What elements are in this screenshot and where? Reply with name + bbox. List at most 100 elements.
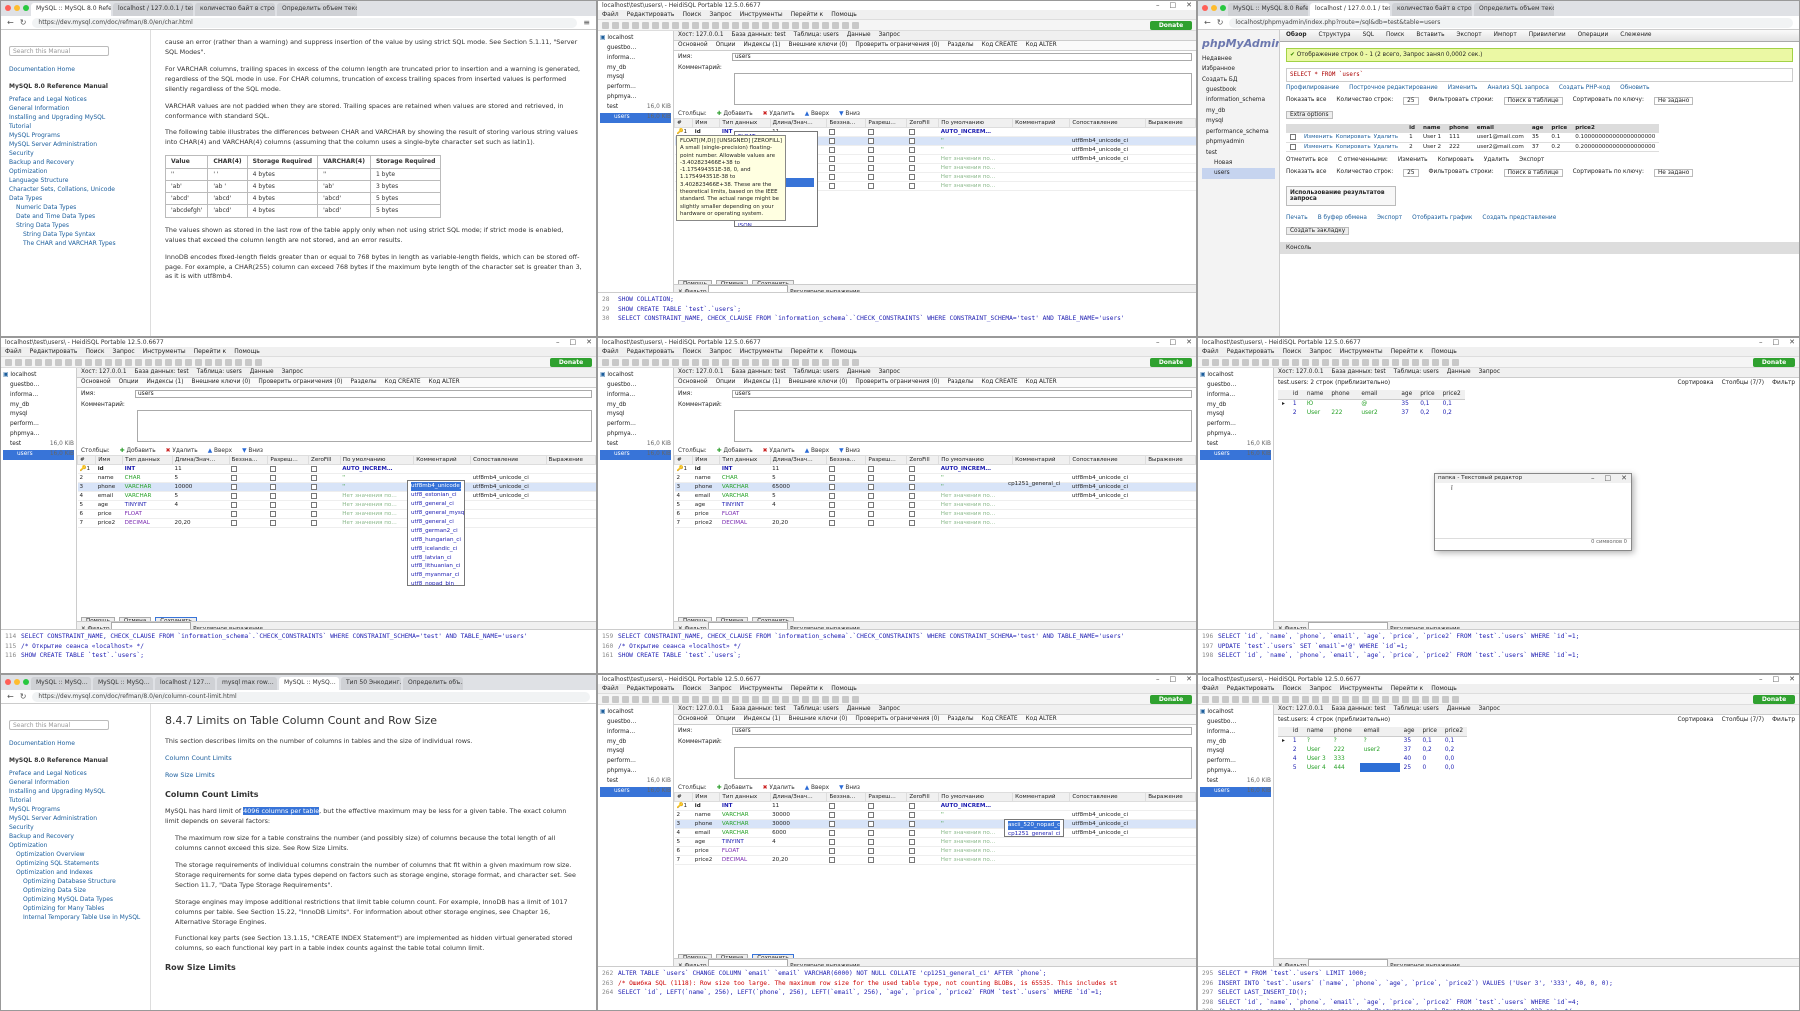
zerofill-checkbox[interactable]: [908, 820, 915, 827]
main-tab[interactable]: Данные: [847, 369, 871, 376]
col-default[interactable]: Нет значения по…: [342, 520, 397, 526]
col-default[interactable]: '': [941, 138, 944, 144]
col-type[interactable]: VARCHAR: [125, 493, 152, 499]
col-collation[interactable]: utf8mb4_unicode_ci: [1072, 821, 1128, 827]
column-action[interactable]: ✖ Удалить: [763, 785, 795, 791]
menu-item[interactable]: Помощь: [831, 685, 857, 692]
data-cell[interactable]: 35: [1400, 736, 1419, 745]
editor-subtab[interactable]: Код ALTER: [1026, 716, 1057, 723]
close-icon[interactable]: ✕: [586, 338, 592, 346]
data-cell[interactable]: ?: [1330, 736, 1360, 745]
toolbar-button-icon[interactable]: [752, 695, 759, 703]
toolbar-button-icon[interactable]: [712, 21, 719, 29]
col-header[interactable]: #: [77, 455, 97, 465]
toolbar-button-icon[interactable]: [722, 358, 729, 366]
pma-col-header[interactable]: name: [1419, 124, 1446, 133]
pma-option[interactable]: Не задано: [1653, 97, 1694, 105]
col-length[interactable]: 20,20: [772, 857, 788, 863]
col-comment[interactable]: [1012, 181, 1070, 191]
filter-input[interactable]: [111, 622, 192, 629]
data-col-header[interactable]: price2: [1438, 390, 1465, 400]
col-expression[interactable]: [1145, 828, 1196, 838]
editor-subtab[interactable]: Опции: [716, 42, 736, 49]
toolbar-button-icon[interactable]: [1422, 695, 1429, 703]
zerofill-checkbox[interactable]: [908, 519, 915, 526]
col-header[interactable]: Комментарий: [1012, 455, 1071, 465]
toolbar-button-icon[interactable]: [742, 21, 749, 29]
col-expression[interactable]: [1145, 819, 1196, 829]
allow-null-checkbox[interactable]: [867, 173, 874, 180]
menu-item[interactable]: Запрос: [709, 11, 731, 18]
extra-options-label[interactable]: Extra options: [1286, 111, 1333, 119]
zerofill-checkbox[interactable]: [908, 838, 915, 845]
main-tab[interactable]: Данные: [847, 32, 871, 39]
minimize-icon[interactable]: –: [1591, 474, 1595, 482]
pma-tree-item[interactable]: information_schema: [1202, 95, 1275, 105]
toolbar-button-icon[interactable]: [702, 695, 709, 703]
tree-item[interactable]: perform…: [1200, 420, 1271, 430]
zerofill-checkbox[interactable]: [908, 465, 915, 472]
menu-item[interactable]: Перейти к: [1391, 348, 1424, 355]
col-default[interactable]: Нет значения по…: [342, 493, 397, 499]
menu-item[interactable]: Редактировать: [30, 348, 78, 355]
browser-tab[interactable]: mysql max row…: [217, 677, 277, 690]
comment-textarea[interactable]: [734, 73, 1192, 105]
filter-input[interactable]: [1308, 622, 1389, 629]
column-action[interactable]: ▲ Вверх: [208, 448, 232, 454]
col-comment[interactable]: [1012, 801, 1070, 811]
data-cell[interactable]: user2: [1360, 745, 1400, 754]
toolbar-button-icon[interactable]: [85, 358, 92, 366]
main-tab[interactable]: Запрос: [879, 369, 900, 376]
minimize-icon[interactable]: –: [1759, 675, 1763, 683]
maximize-icon[interactable]: □: [1170, 338, 1177, 346]
toolbar-button-icon[interactable]: [35, 358, 42, 366]
toolbar-button-icon[interactable]: [1312, 695, 1319, 703]
reload-icon[interactable]: ↻: [20, 18, 27, 27]
toolbar-button-icon[interactable]: [662, 21, 669, 29]
zerofill-checkbox[interactable]: [908, 802, 915, 809]
toolbar-button-icon[interactable]: [1212, 358, 1219, 366]
col-header[interactable]: Имя: [95, 455, 124, 465]
col-name[interactable]: price2: [98, 520, 115, 526]
col-name[interactable]: id: [695, 466, 701, 472]
col-default[interactable]: '': [941, 475, 944, 481]
menu-item[interactable]: Поиск: [1282, 348, 1301, 355]
toolbar-button-icon[interactable]: [235, 358, 242, 366]
col-comment[interactable]: [1012, 172, 1070, 182]
unsigned-checkbox[interactable]: [828, 182, 835, 189]
menu-item[interactable]: Запрос: [709, 348, 731, 355]
data-cell[interactable]: 0,2: [1439, 408, 1465, 417]
col-comment[interactable]: [1012, 136, 1070, 146]
col-name[interactable]: price: [695, 511, 709, 517]
pma-tab[interactable]: Слежение: [1620, 32, 1651, 39]
zerofill-checkbox[interactable]: [908, 137, 915, 144]
collation-option[interactable]: utf8mb4_unicode_ci: [411, 482, 464, 491]
allow-null-checkbox[interactable]: [867, 465, 874, 472]
menu-item[interactable]: Инструменты: [740, 11, 783, 18]
toolbar-button-icon[interactable]: [612, 358, 619, 366]
col-header[interactable]: Выражение: [545, 455, 596, 465]
editor-subtab[interactable]: Проверить ограничения (0): [855, 42, 939, 49]
editor-subtab[interactable]: Проверить ограничения (0): [855, 716, 939, 723]
close-icon[interactable]: ✕: [1186, 1, 1192, 9]
doc-nav-item[interactable]: Data Types: [9, 195, 142, 202]
col-default[interactable]: AUTO_INCREM…: [941, 803, 991, 809]
url-input[interactable]: https://dev.mysql.com/doc/refman/8.0/en/…: [32, 17, 578, 28]
doc-nav-item[interactable]: Security: [9, 150, 142, 157]
toolbar-button-icon[interactable]: [1432, 358, 1439, 366]
maximize-icon[interactable]: □: [1773, 675, 1780, 683]
pma-tree-item[interactable]: Избранное: [1202, 64, 1275, 74]
donate-button[interactable]: Donate: [1753, 358, 1795, 367]
toolbar-button-icon[interactable]: [215, 358, 222, 366]
toolbar-button-icon[interactable]: [692, 21, 699, 29]
col-length[interactable]: 4: [772, 839, 776, 845]
doc-nav-item[interactable]: Optimizing Database Structure: [9, 878, 142, 885]
allow-null-checkbox[interactable]: [269, 474, 276, 481]
toolbar-button-icon[interactable]: [622, 21, 629, 29]
doc-nav-item[interactable]: The CHAR and VARCHAR Types: [9, 240, 142, 247]
menu-item[interactable]: Запрос: [1309, 348, 1331, 355]
data-cell[interactable]: [1359, 763, 1400, 772]
col-header[interactable]: По умолчанию: [938, 118, 1014, 128]
data-col-header[interactable]: price: [1418, 727, 1441, 737]
col-expression[interactable]: [1145, 801, 1196, 811]
